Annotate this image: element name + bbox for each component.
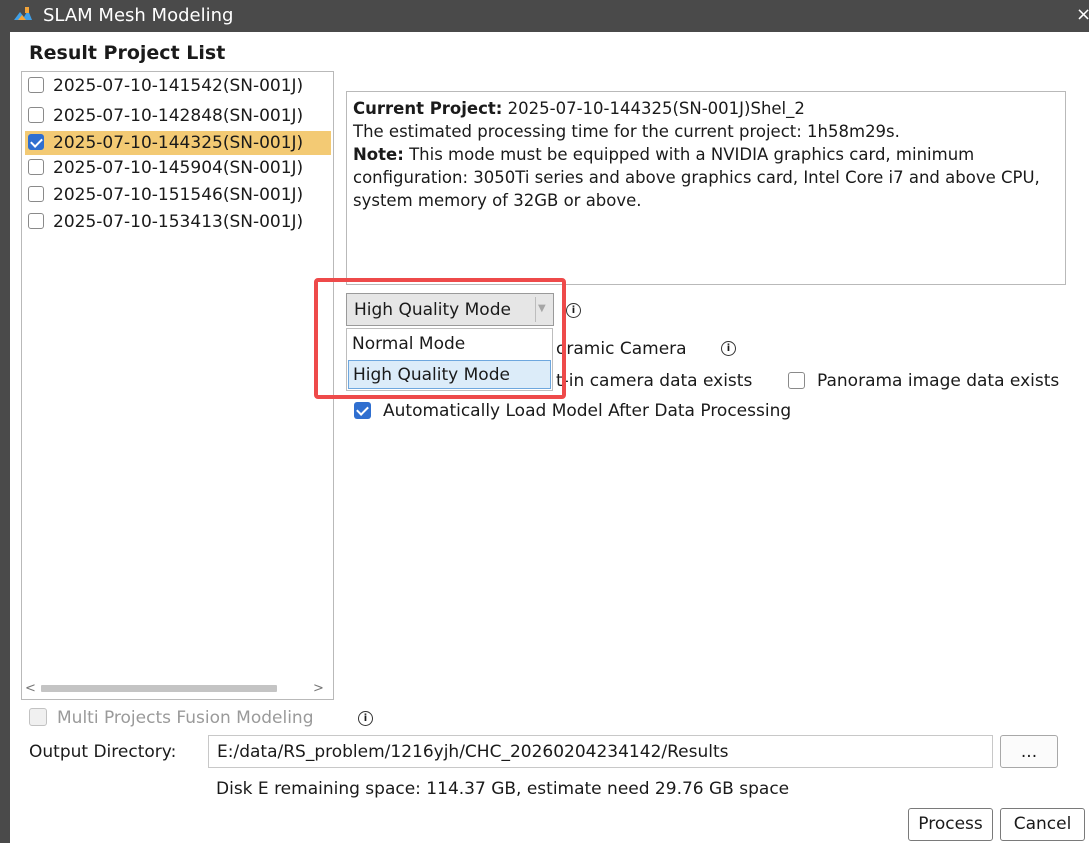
cancel-button[interactable]: Cancel bbox=[1000, 808, 1085, 841]
project-checkbox[interactable] bbox=[28, 107, 44, 123]
current-project-label: Current Project: bbox=[353, 99, 503, 118]
info-icon[interactable]: i bbox=[721, 341, 736, 356]
disk-space-info: Disk E remaining space: 114.37 GB, estim… bbox=[216, 779, 790, 799]
multi-projects-checkbox[interactable] bbox=[29, 708, 47, 726]
project-checkbox[interactable] bbox=[28, 213, 44, 229]
output-directory-value: E:/data/RS_problem/1216yjh/CHC_202602042… bbox=[217, 742, 729, 762]
project-label: 2025-07-10-151546(SN-001J) bbox=[53, 185, 304, 205]
list-item[interactable]: 2025-07-10-142848(SN-001J) bbox=[25, 104, 331, 128]
panoramic-camera-label: oramic Camera bbox=[556, 339, 687, 359]
output-directory-input[interactable]: E:/data/RS_problem/1216yjh/CHC_202602042… bbox=[208, 735, 993, 768]
project-list[interactable]: 2025-07-10-141542(SN-001J) 2025-07-10-14… bbox=[21, 71, 334, 700]
list-item[interactable]: 2025-07-10-153413(SN-001J) bbox=[25, 210, 331, 234]
autoload-checkbox[interactable] bbox=[354, 402, 371, 419]
builtin-camera-label: t-in camera data exists bbox=[556, 371, 753, 391]
note-text: This mode must be equipped with a NVIDIA… bbox=[353, 145, 1040, 210]
list-item[interactable]: 2025-07-10-144325(SN-001J) bbox=[25, 131, 331, 155]
window-edge bbox=[0, 32, 10, 843]
close-icon[interactable]: × bbox=[1076, 3, 1089, 27]
list-item[interactable]: 2025-07-10-151546(SN-001J) bbox=[25, 183, 331, 207]
panorama-image-checkbox[interactable] bbox=[788, 372, 805, 389]
project-label: 2025-07-10-145904(SN-001J) bbox=[53, 158, 304, 178]
project-info-panel: Current Project: 2025-07-10-144325(SN-00… bbox=[346, 91, 1066, 285]
list-item[interactable]: 2025-07-10-145904(SN-001J) bbox=[25, 156, 331, 180]
list-item[interactable]: 2025-07-10-141542(SN-001J) bbox=[25, 74, 331, 98]
estimate-text: The estimated processing time for the cu… bbox=[353, 122, 900, 141]
project-label: 2025-07-10-144325(SN-001J) bbox=[53, 133, 304, 153]
project-label: 2025-07-10-142848(SN-001J) bbox=[53, 106, 304, 126]
scroll-right-icon[interactable]: > bbox=[313, 680, 324, 697]
info-icon[interactable]: i bbox=[566, 303, 581, 318]
note-label: Note: bbox=[353, 145, 404, 164]
info-icon[interactable]: i bbox=[358, 711, 373, 726]
autoload-label: Automatically Load Model After Data Proc… bbox=[383, 401, 792, 421]
project-label: 2025-07-10-153413(SN-001J) bbox=[53, 212, 304, 232]
project-checkbox[interactable] bbox=[28, 77, 44, 93]
process-button[interactable]: Process bbox=[908, 808, 993, 841]
panorama-image-label: Panorama image data exists bbox=[817, 371, 1060, 391]
project-label: 2025-07-10-141542(SN-001J) bbox=[53, 76, 304, 96]
project-checkbox[interactable] bbox=[28, 186, 44, 202]
current-project-value: 2025-07-10-144325(SN-001J)Shel_2 bbox=[507, 99, 805, 118]
project-checkbox[interactable] bbox=[28, 159, 44, 175]
multi-projects-label: Multi Projects Fusion Modeling bbox=[57, 708, 314, 728]
horizontal-scrollbar[interactable]: < > bbox=[21, 680, 332, 697]
project-list-title: Result Project List bbox=[29, 42, 226, 64]
project-checkbox[interactable] bbox=[28, 134, 44, 150]
window-title: SLAM Mesh Modeling bbox=[43, 5, 234, 26]
browse-button[interactable]: ... bbox=[1000, 735, 1058, 768]
scrollbar-thumb[interactable] bbox=[41, 685, 277, 692]
output-directory-label: Output Directory: bbox=[29, 742, 177, 762]
highlight-annotation bbox=[314, 278, 566, 399]
scroll-left-icon[interactable]: < bbox=[25, 680, 36, 697]
app-icon bbox=[14, 7, 32, 20]
